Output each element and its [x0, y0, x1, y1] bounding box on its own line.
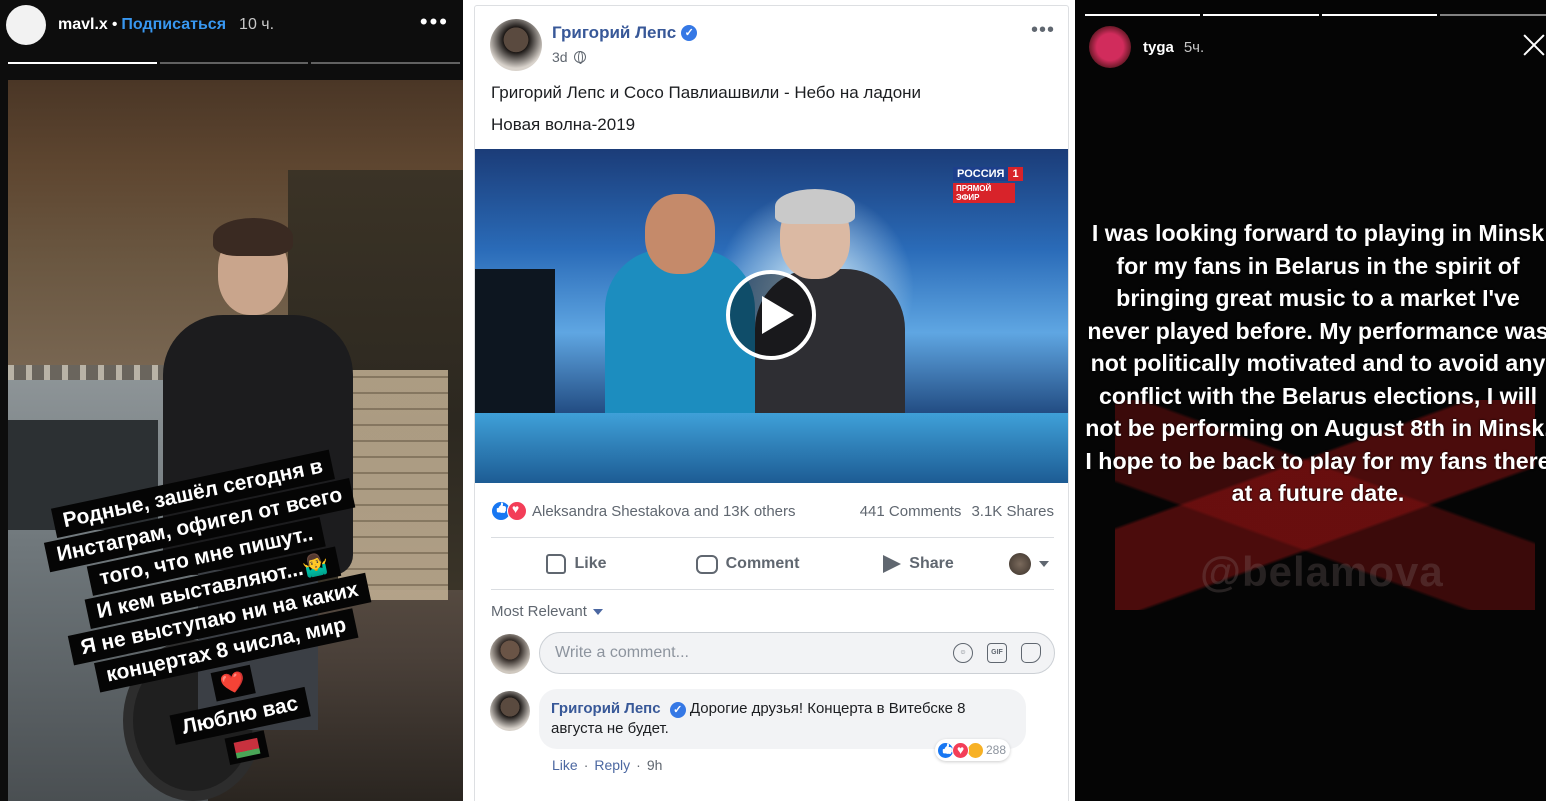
post-text-line1: Григорий Лепс и Сосо Павлиашвили - Небо …: [491, 83, 922, 102]
story-statement: I was looking forward to playing in Mins…: [1085, 220, 1546, 506]
story-time: 5ч.: [1183, 38, 1205, 56]
story-time: 10 ч.: [239, 16, 275, 33]
heart-icon: ❤️: [210, 664, 257, 702]
comment-reactions[interactable]: 288: [935, 739, 1011, 761]
post-header: Григорий Лепс ✓ 3d •••: [490, 19, 1055, 75]
channel-number: 1: [1008, 167, 1023, 181]
story-username[interactable]: mavl.x: [58, 16, 108, 34]
divider: [491, 537, 1054, 538]
share-button[interactable]: Share: [833, 555, 1004, 573]
story-progress: [8, 62, 461, 65]
like-icon: [546, 554, 567, 574]
progress-segment: [1321, 14, 1437, 16]
comments-count[interactable]: 441 Comments: [860, 503, 962, 520]
author-row: Григорий Лепс ✓: [552, 23, 698, 43]
emoji-icon[interactable]: ☺: [953, 643, 973, 663]
video-singer-right-hair: [775, 189, 855, 224]
post-time[interactable]: 3d: [552, 49, 568, 65]
gif-icon[interactable]: GIF: [987, 643, 1007, 663]
post-actions: Like Comment Share: [491, 543, 1054, 585]
share-label: Share: [909, 555, 954, 572]
story-header: tyga 5ч.: [1089, 26, 1204, 68]
screenshot-collage: mavl.x • Подписаться 10 ч. ••• Родные, з…: [0, 0, 1546, 801]
comment-button[interactable]: Comment: [662, 554, 833, 574]
comment-item: Григорий Лепс ✓ Дорогие друзья! Концерта…: [490, 689, 1055, 789]
separator-dot: ·: [583, 757, 589, 773]
facebook-post: Григорий Лепс ✓ 3d ••• Григорий Лепс и С…: [474, 5, 1069, 801]
sort-label: Most Relevant: [491, 603, 587, 620]
comment-like-link[interactable]: Like: [552, 757, 578, 773]
comment-icon: [695, 554, 718, 574]
follow-button[interactable]: Подписаться: [121, 16, 226, 34]
like-button[interactable]: Like: [491, 554, 662, 574]
avatar[interactable]: [1089, 26, 1131, 68]
channel-live-label: ПРЯМОЙ ЭФИР: [953, 183, 1015, 203]
comment-author-avatar[interactable]: [490, 691, 530, 731]
share-icon: [883, 555, 902, 573]
progress-segment: [8, 62, 157, 64]
post-counts: 441 Comments 3.1K Shares: [860, 503, 1054, 520]
more-dots-icon[interactable]: •••: [1031, 20, 1055, 40]
avatar: [1009, 553, 1031, 575]
globe-icon: [573, 51, 586, 64]
love-reaction-icon[interactable]: [507, 501, 527, 521]
play-button[interactable]: [726, 270, 816, 360]
verified-badge-icon: ✓: [681, 25, 698, 41]
more-dots-icon[interactable]: •••: [420, 11, 449, 33]
person-hair: [213, 218, 293, 256]
sticker-icon[interactable]: [1021, 643, 1041, 663]
comment-composer: Write a comment... ☺ GIF: [490, 632, 1055, 674]
comment-actions: Like · Reply · 9h: [552, 757, 662, 773]
composer-icons: ☺ GIF: [953, 643, 1041, 663]
comment-reply-link[interactable]: Reply: [594, 757, 630, 773]
video-player[interactable]: РОССИЯ 1 ПРЯМОЙ ЭФИР: [475, 149, 1068, 483]
watermark-text: @belamova: [1200, 548, 1444, 595]
progress-segment: [1203, 14, 1319, 16]
video-singer-left-head: [645, 194, 715, 274]
author-name[interactable]: Григорий Лепс: [552, 23, 676, 43]
comment-author[interactable]: Григорий Лепс: [551, 700, 661, 717]
close-icon[interactable]: [1522, 33, 1546, 57]
comment-placeholder: Write a comment...: [555, 644, 689, 661]
play-icon: [762, 296, 794, 334]
comment-sort-dropdown[interactable]: Most Relevant: [491, 603, 603, 620]
comment-label: Comment: [725, 555, 800, 572]
instagram-story-mavl: mavl.x • Подписаться 10 ч. ••• Родные, з…: [0, 0, 463, 801]
author-avatar[interactable]: [490, 19, 542, 71]
care-reaction-icon: [967, 741, 984, 759]
avatar: [490, 634, 530, 674]
separator-dot: ·: [636, 757, 641, 773]
progress-segment: [1085, 14, 1201, 16]
post-text-line2: Новая волна-2019: [491, 115, 636, 134]
progress-segment: [1439, 14, 1546, 16]
channel-logo: РОССИЯ 1 ПРЯМОЙ ЭФИР: [953, 164, 1037, 203]
reactions-bar: Aleksandra Shestakova and 13K others 441…: [491, 496, 1054, 526]
video-stage: [475, 413, 1068, 483]
post-meta: 3d: [552, 49, 586, 65]
progress-segment: [159, 62, 309, 64]
comment-time[interactable]: 9h: [647, 757, 663, 773]
post-as-selector[interactable]: [1004, 553, 1054, 575]
reactions-summary[interactable]: Aleksandra Shestakova and 13K others: [532, 503, 796, 520]
progress-segment: [311, 62, 461, 64]
like-label: Like: [574, 555, 607, 572]
chevron-down-icon: [592, 608, 603, 615]
separator-dot: •: [111, 16, 118, 33]
channel-name: РОССИЯ: [953, 167, 1009, 181]
belarus-flag-icon: [224, 730, 270, 766]
story-username[interactable]: tyga: [1143, 39, 1174, 56]
chevron-down-icon: [1039, 561, 1049, 567]
love-reaction-icon: [952, 741, 969, 759]
comment-reactions-count: 288: [986, 743, 1007, 757]
instagram-story-tyga: tyga 5ч. @belamova I was looking forward…: [1075, 0, 1546, 801]
divider: [491, 589, 1054, 590]
story-header: mavl.x • Подписаться 10 ч. •••: [0, 0, 463, 50]
story-progress: [1085, 14, 1546, 17]
shares-count[interactable]: 3.1K Shares: [971, 503, 1054, 520]
avatar[interactable]: [6, 5, 46, 45]
verified-badge-icon: ✓: [669, 702, 686, 718]
